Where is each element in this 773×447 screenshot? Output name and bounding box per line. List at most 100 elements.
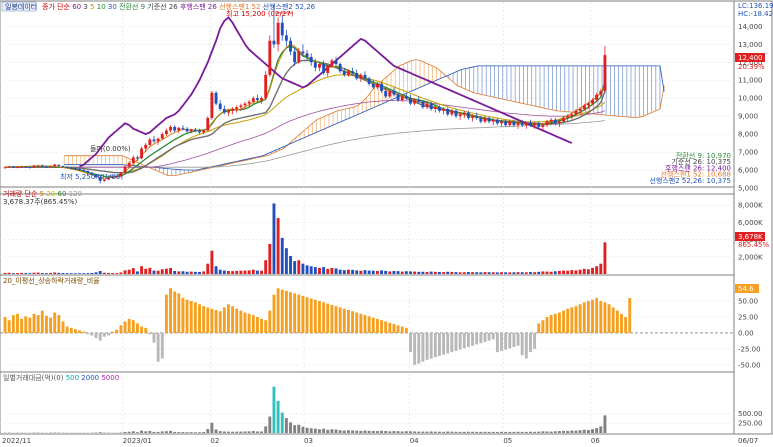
candle-body: [198, 130, 201, 133]
ratio-bar: [301, 295, 305, 333]
amount-bar: [438, 431, 441, 433]
ratio-tick-label: 50.00: [738, 298, 758, 306]
candle-body: [479, 117, 483, 122]
candle-body: [346, 71, 350, 75]
ratio-bar: [429, 332, 433, 359]
amount-bar: [214, 429, 218, 433]
low-label: 최저 5,250 (01/03): [60, 172, 123, 181]
ratio-bar: [508, 332, 512, 349]
volume-bar: [268, 243, 272, 274]
volume-bar: [284, 248, 288, 274]
candle-body: [500, 121, 503, 124]
volume-bar: [169, 267, 172, 274]
candle-body: [433, 107, 437, 109]
amount-bar: [309, 428, 313, 433]
volume-bar: [367, 270, 371, 274]
ratio-bar: [330, 304, 334, 333]
candle-body: [193, 129, 197, 131]
volume-bar: [487, 272, 491, 274]
candle-body: [11, 166, 15, 168]
candle-body: [276, 22, 280, 45]
amount-bar: [284, 418, 288, 433]
ratio-bar: [466, 332, 470, 348]
amount-bar: [574, 430, 578, 433]
volume-bar: [520, 272, 524, 274]
amount-bar: [351, 430, 355, 433]
candle-body: [284, 35, 288, 41]
candle-body: [293, 51, 297, 63]
ratio-bar: [193, 302, 197, 333]
legend-item: 500: [63, 374, 79, 382]
amount-bar: [185, 432, 189, 433]
ratio-bar: [107, 332, 110, 336]
ratio-bar: [491, 332, 495, 340]
legend-item: 기준선 26: [145, 2, 178, 11]
amount-bar: [537, 431, 541, 433]
ratio-bar: [86, 332, 90, 335]
candle-body: [529, 122, 532, 126]
volume-bar: [57, 272, 61, 274]
volume-bar: [388, 271, 392, 274]
volume-bar: [202, 271, 206, 274]
amount-bar: [140, 430, 144, 433]
volume-bar: [231, 271, 235, 274]
amount-bar: [363, 430, 367, 433]
volume-bar: [218, 269, 222, 274]
amount-bar: [553, 431, 557, 433]
ratio-bar: [553, 313, 557, 333]
amount-bar: [359, 430, 363, 433]
ratio-bar: [367, 316, 371, 333]
candle-body: [429, 103, 433, 109]
amount-bar: [346, 430, 350, 433]
header-badge[interactable]: 일봉데이터: [5, 2, 37, 11]
amount-bar: [318, 429, 321, 433]
amount-bar: [322, 428, 326, 433]
price-tick-label: 6,000: [738, 167, 758, 175]
ratio-bar: [24, 316, 28, 333]
candle-body: [239, 105, 243, 108]
candle-body: [417, 100, 421, 102]
volume-bar: [235, 270, 239, 274]
ratio-bar: [628, 298, 632, 333]
candle-body: [322, 64, 326, 74]
amount-bar: [193, 432, 197, 433]
volume-bar: [11, 273, 15, 274]
volume-bar: [462, 272, 466, 274]
legend-item: 60: [70, 3, 81, 11]
ratio-bar: [222, 307, 226, 333]
candle-body: [334, 60, 338, 65]
price-tick-label: 10,000: [738, 95, 763, 103]
amount-bar: [268, 416, 272, 433]
volume-bar: [111, 273, 115, 274]
ratio-bar: [289, 292, 292, 333]
ratio-bar: [206, 307, 210, 333]
ratio-bar: [280, 289, 284, 333]
ratio-bar: [243, 312, 247, 333]
candle-body: [413, 100, 417, 104]
volume-bar: [475, 272, 479, 274]
candle-body: [210, 92, 214, 118]
volume-bar: [578, 269, 582, 274]
volume-bar: [326, 268, 330, 274]
amount-bar: [198, 432, 201, 433]
candle-body: [454, 110, 458, 117]
candle-body: [218, 103, 222, 109]
ratio-bar: [231, 306, 235, 333]
ratio-bar: [276, 288, 280, 333]
volume-bar: [148, 267, 152, 274]
candle-body: [318, 64, 321, 68]
ichimoku-value: 선행스팬2 52,26: 10,375: [649, 176, 731, 185]
candle-body: [566, 116, 570, 118]
volume-bar: [495, 272, 499, 274]
ratio-bar: [160, 332, 164, 359]
amount-bar: [409, 431, 412, 433]
ratio-bar: [115, 329, 119, 333]
amount-bar: [173, 431, 177, 433]
ratio-bar: [400, 326, 404, 333]
volume-bar: [541, 271, 545, 274]
stock-chart[interactable]: 14,00013,00012,00011,00010,0009,0008,000…: [0, 0, 773, 447]
candle-body: [384, 91, 388, 97]
amount-bar: [231, 431, 235, 433]
volume-bar: [533, 272, 537, 274]
volume-bar: [3, 272, 7, 274]
